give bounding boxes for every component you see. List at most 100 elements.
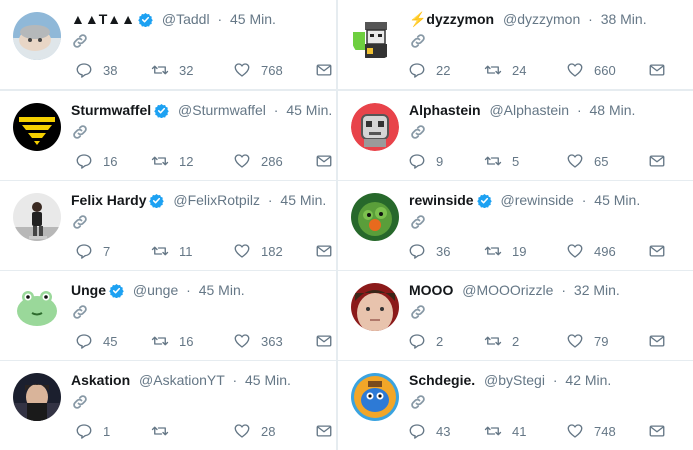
retweet-button[interactable] [151, 421, 179, 441]
tweet-card[interactable]: ▲▲T▲▲ @Taddl · 45 Min. 38 32 768 [0, 0, 336, 89]
user-handle[interactable]: @Sturmwaffel [178, 102, 266, 118]
display-name[interactable]: rewinside [409, 192, 474, 208]
tweet-timestamp[interactable]: 48 Min. [590, 102, 636, 118]
like-button[interactable]: 28 [233, 421, 275, 441]
like-button[interactable]: 768 [233, 60, 283, 80]
user-handle[interactable]: @AskationYT [139, 372, 225, 388]
display-name[interactable]: ▲▲T▲▲ [71, 11, 135, 27]
direct-message-button[interactable] [315, 151, 333, 171]
tweet-timestamp[interactable]: 32 Min. [574, 282, 620, 298]
avatar[interactable] [351, 283, 399, 331]
direct-message-button[interactable] [648, 151, 666, 171]
retweet-button[interactable]: 24 [484, 60, 526, 80]
direct-message-button[interactable] [315, 421, 333, 441]
avatar[interactable] [351, 103, 399, 151]
link-icon[interactable] [409, 32, 427, 50]
tweet-card[interactable]: ⚡dyzzymon @dyzzymon · 38 Min. 22 24 660 [338, 0, 693, 89]
reply-button[interactable]: 2 [408, 331, 443, 351]
retweet-button[interactable]: 5 [484, 151, 519, 171]
tweet-card[interactable]: rewinside @rewinside · 45 Min. 36 19 496 [338, 181, 693, 270]
avatar[interactable] [13, 193, 61, 241]
display-name[interactable]: Schdegie. [409, 372, 475, 388]
retweet-button[interactable]: 32 [151, 60, 193, 80]
user-handle[interactable]: @MOOOrizzle [462, 282, 553, 298]
like-button[interactable]: 79 [566, 331, 608, 351]
avatar[interactable] [351, 373, 399, 421]
direct-message-button[interactable] [648, 331, 666, 351]
direct-message-button[interactable] [315, 60, 333, 80]
reply-button[interactable]: 22 [408, 60, 450, 80]
tweet-timestamp[interactable]: 38 Min. [601, 11, 647, 27]
like-button[interactable]: 182 [233, 241, 283, 261]
retweet-button[interactable]: 19 [484, 241, 526, 261]
reply-button[interactable]: 7 [75, 241, 110, 261]
user-handle[interactable]: @byStegi [484, 372, 545, 388]
user-handle[interactable]: @Alphastein [489, 102, 569, 118]
avatar[interactable] [13, 12, 61, 60]
direct-message-button[interactable] [315, 331, 333, 351]
like-button[interactable]: 65 [566, 151, 608, 171]
display-name[interactable]: MOOO [409, 282, 453, 298]
tweet-timestamp[interactable]: 45 Min. [230, 11, 276, 27]
link-icon[interactable] [409, 393, 427, 411]
reply-button[interactable]: 9 [408, 151, 443, 171]
tweet-card[interactable]: Alphastein @Alphastein · 48 Min. 9 5 65 [338, 91, 693, 180]
tweet-card[interactable]: Askation @AskationYT · 45 Min. 1 28 [0, 361, 336, 450]
tweet-timestamp[interactable]: 45 Min. [286, 102, 332, 118]
like-button[interactable]: 660 [566, 60, 616, 80]
reply-button[interactable]: 43 [408, 421, 450, 441]
tweet-card[interactable]: Schdegie. @byStegi · 42 Min. 43 41 748 [338, 361, 693, 450]
link-icon[interactable] [71, 123, 89, 141]
user-handle[interactable]: @dyzzymon [503, 11, 580, 27]
like-button[interactable]: 496 [566, 241, 616, 261]
tweet-card[interactable]: Sturmwaffel @Sturmwaffel · 45 Min. 16 12… [0, 91, 336, 180]
avatar[interactable] [13, 103, 61, 151]
display-name[interactable]: Felix Hardy [71, 192, 146, 208]
direct-message-button[interactable] [648, 421, 666, 441]
retweet-button[interactable]: 2 [484, 331, 519, 351]
display-name[interactable]: ⚡dyzzymon [409, 11, 494, 27]
tweet-card[interactable]: Felix Hardy @FelixRotpilz · 45 Min. 7 11… [0, 181, 336, 270]
reply-button[interactable]: 45 [75, 331, 117, 351]
display-name[interactable]: Alphastein [409, 102, 481, 118]
reply-button[interactable]: 16 [75, 151, 117, 171]
tweet-timestamp[interactable]: 42 Min. [565, 372, 611, 388]
link-icon[interactable] [409, 123, 427, 141]
tweet-timestamp[interactable]: 45 Min. [280, 192, 326, 208]
tweet-timestamp[interactable]: 45 Min. [199, 282, 245, 298]
direct-message-button[interactable] [648, 241, 666, 261]
reply-button[interactable]: 38 [75, 60, 117, 80]
tweet-timestamp[interactable]: 45 Min. [594, 192, 640, 208]
tweet-timestamp[interactable]: 45 Min. [245, 372, 291, 388]
user-handle[interactable]: @unge [133, 282, 178, 298]
link-icon[interactable] [71, 393, 89, 411]
link-icon[interactable] [71, 303, 89, 321]
user-handle[interactable]: @Taddl [162, 11, 210, 27]
avatar[interactable] [13, 373, 61, 421]
retweet-button[interactable]: 12 [151, 151, 193, 171]
like-button[interactable]: 748 [566, 421, 616, 441]
retweet-button[interactable]: 16 [151, 331, 193, 351]
reply-button[interactable]: 36 [408, 241, 450, 261]
avatar[interactable] [13, 283, 61, 331]
avatar[interactable] [351, 12, 399, 60]
user-handle[interactable]: @FelixRotpilz [173, 192, 260, 208]
like-button[interactable]: 286 [233, 151, 283, 171]
tweet-card[interactable]: Unge @unge · 45 Min. 45 16 363 [0, 271, 336, 360]
direct-message-button[interactable] [648, 60, 666, 80]
retweet-button[interactable]: 41 [484, 421, 526, 441]
display-name[interactable]: Unge [71, 282, 106, 298]
display-name[interactable]: Sturmwaffel [71, 102, 151, 118]
link-icon[interactable] [409, 303, 427, 321]
link-icon[interactable] [409, 213, 427, 231]
tweet-card[interactable]: MOOO @MOOOrizzle · 32 Min. 2 2 79 [338, 271, 693, 360]
display-name[interactable]: Askation [71, 372, 130, 388]
like-button[interactable]: 363 [233, 331, 283, 351]
link-icon[interactable] [71, 213, 89, 231]
user-handle[interactable]: @rewinside [500, 192, 573, 208]
reply-button[interactable]: 1 [75, 421, 110, 441]
direct-message-button[interactable] [315, 241, 333, 261]
link-icon[interactable] [71, 32, 89, 50]
avatar[interactable] [351, 193, 399, 241]
retweet-button[interactable]: 11 [151, 241, 193, 261]
